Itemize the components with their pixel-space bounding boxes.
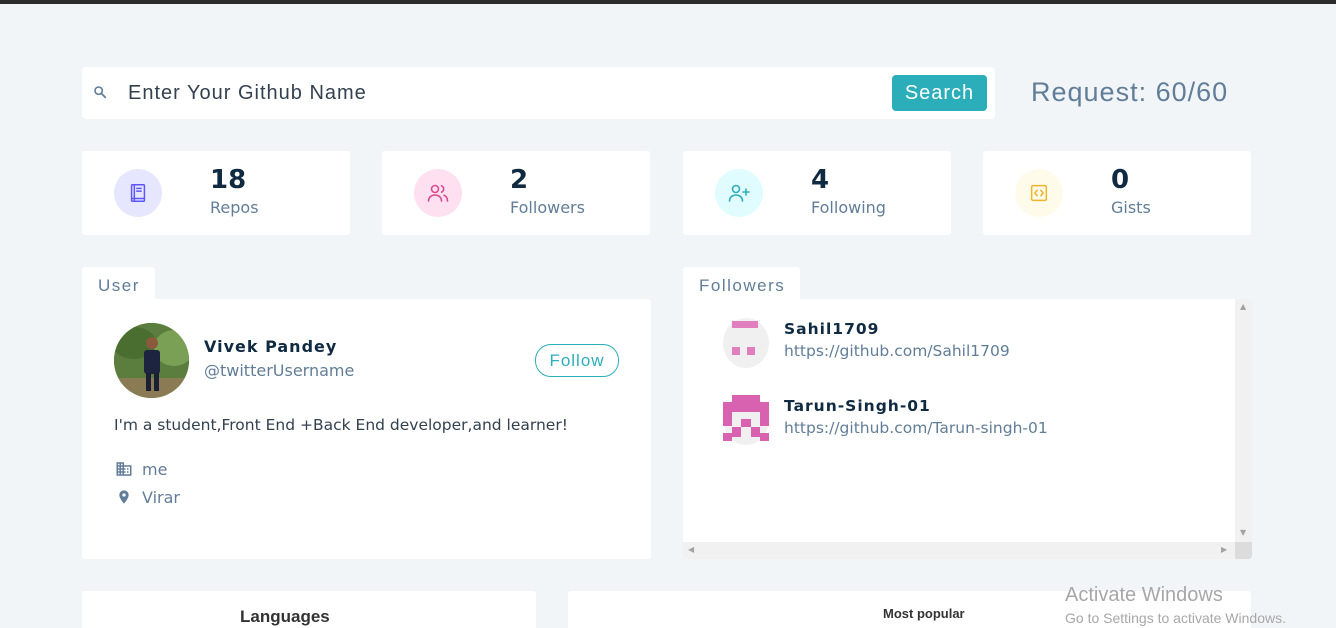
search-button[interactable]: Search	[892, 75, 987, 111]
repos-stat-card: 18 Repos	[82, 151, 350, 235]
repos-label: Repos	[210, 198, 259, 217]
code-icon	[1015, 169, 1063, 217]
followers-stat-card: 2 Followers	[382, 151, 650, 235]
user-bio: I'm a student,Front End +Back End develo…	[114, 416, 568, 434]
follower-avatar	[723, 318, 769, 368]
scroll-left-arrow-icon[interactable]: ◀	[688, 546, 694, 554]
scroll-right-arrow-icon[interactable]: ▶	[1221, 546, 1227, 554]
building-icon	[114, 459, 134, 479]
followers-panel-tab: Followers	[683, 267, 800, 301]
repos-count: 18	[210, 165, 247, 195]
follower-login: Tarun-Singh-01	[784, 397, 931, 415]
horizontal-scrollbar[interactable]: ◀ ▶	[683, 542, 1235, 559]
scrollbar-corner	[1235, 542, 1252, 559]
user-handle: @twitterUsername	[204, 361, 355, 380]
user-panel: Vivek Pandey @twitterUsername Follow I'm…	[82, 299, 651, 559]
languages-title: Languages	[240, 607, 330, 626]
following-stat-card: 4 Following	[683, 151, 951, 235]
window-top-border	[0, 0, 1336, 4]
following-count: 4	[811, 165, 830, 195]
gists-label: Gists	[1111, 198, 1151, 217]
vertical-scrollbar[interactable]: ▲ ▼	[1235, 299, 1252, 542]
location-pin-icon	[114, 487, 134, 507]
avatar	[114, 323, 189, 398]
activate-windows-hint: Go to Settings to activate Windows.	[1065, 610, 1286, 626]
follow-button[interactable]: Follow	[535, 344, 619, 377]
gists-count: 0	[1111, 165, 1130, 195]
location-text: Virar	[142, 487, 180, 507]
following-label: Following	[811, 198, 886, 217]
follower-item[interactable]: Tarun-Singh-01 https://github.com/Tarun-…	[723, 395, 1123, 445]
followers-label: Followers	[510, 198, 585, 217]
followers-panel: Sahil1709 https://github.com/Sahil1709 T…	[683, 299, 1252, 559]
follower-item[interactable]: Sahil1709 https://github.com/Sahil1709	[723, 318, 1123, 368]
search-bar: Search	[82, 67, 995, 119]
search-input[interactable]	[128, 77, 868, 109]
users-icon	[414, 169, 462, 217]
gists-stat-card: 0 Gists	[983, 151, 1251, 235]
most-popular-title: Most popular	[883, 606, 965, 621]
activate-windows-watermark: Activate Windows	[1065, 584, 1223, 606]
company-text: me	[142, 459, 168, 479]
location-row: Virar	[114, 487, 180, 507]
languages-chart-card: Languages	[82, 591, 536, 628]
follower-login: Sahil1709	[784, 320, 880, 338]
user-panel-tab: User	[82, 267, 155, 301]
follower-avatar	[723, 395, 769, 445]
scroll-down-arrow-icon[interactable]: ▼	[1240, 529, 1246, 537]
search-icon	[94, 86, 107, 99]
follower-url-link[interactable]: https://github.com/Sahil1709	[784, 342, 1010, 360]
follower-url-link[interactable]: https://github.com/Tarun-singh-01	[784, 419, 1048, 437]
user-name: Vivek Pandey	[204, 337, 338, 356]
book-icon	[114, 169, 162, 217]
company-row: me	[114, 459, 167, 479]
user-plus-icon	[715, 169, 763, 217]
scroll-up-arrow-icon[interactable]: ▲	[1240, 303, 1246, 311]
request-rate-limit: Request: 60/60	[1031, 77, 1229, 107]
followers-count: 2	[510, 165, 529, 195]
